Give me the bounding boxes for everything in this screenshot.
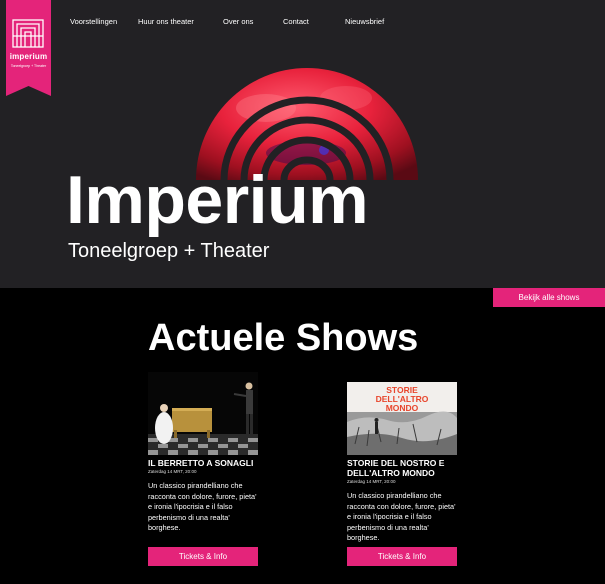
- nav-item-contact[interactable]: Contact: [283, 17, 309, 26]
- image-caption: STORIE DELL'ALTRO MONDO: [375, 385, 429, 413]
- view-all-shows-button[interactable]: Bekijk alle shows: [493, 288, 605, 307]
- logo-text: imperium: [9, 52, 48, 61]
- show-card: IL BERRETTO A SONAGLI Zaterdag 14 MRT, 2…: [148, 372, 268, 566]
- nav-item-over-ons[interactable]: Over ons: [223, 17, 253, 26]
- show-card: STORIE DELL'ALTRO MONDO STORIE DEL NOSTR…: [347, 382, 467, 566]
- show-date: Zaterdag 14 MRT, 20:00: [347, 479, 396, 484]
- nav-item-huur-ons-theater[interactable]: Huur ons theater: [138, 17, 194, 26]
- logo[interactable]: imperium Toneelgroep + Theater: [6, 0, 51, 96]
- main-nav: Voorstellingen Huur ons theater Over ons…: [0, 17, 605, 29]
- tickets-button[interactable]: Tickets & Info: [148, 547, 258, 566]
- hero-section: imperium Toneelgroep + Theater Voorstell…: [0, 0, 605, 288]
- section-title: Actuele Shows: [148, 317, 419, 359]
- hero-subtitle: Toneelgroep + Theater: [68, 240, 270, 262]
- show-title[interactable]: STORIE DEL NOSTRO E DELL'ALTRO MONDO: [347, 458, 467, 478]
- logo-badge-shape: [6, 0, 51, 96]
- show-image[interactable]: STORIE DELL'ALTRO MONDO: [347, 382, 457, 455]
- nav-item-voorstellingen[interactable]: Voorstellingen: [70, 17, 117, 26]
- show-description: Un classico pirandelliano che racconta c…: [347, 491, 456, 543]
- hero-title: Imperium: [66, 162, 369, 238]
- show-image[interactable]: [148, 372, 258, 455]
- logo-tagline: Toneelgroep + Theater: [10, 64, 47, 68]
- nav-item-nieuwsbrief[interactable]: Nieuwsbrief: [345, 17, 384, 26]
- show-title[interactable]: IL BERRETTO A SONAGLI: [148, 458, 268, 468]
- show-description: Un classico pirandelliano che racconta c…: [148, 481, 257, 533]
- tickets-button[interactable]: Tickets & Info: [347, 547, 457, 566]
- show-date: Zaterdag 14 MRT, 20:00: [148, 469, 197, 474]
